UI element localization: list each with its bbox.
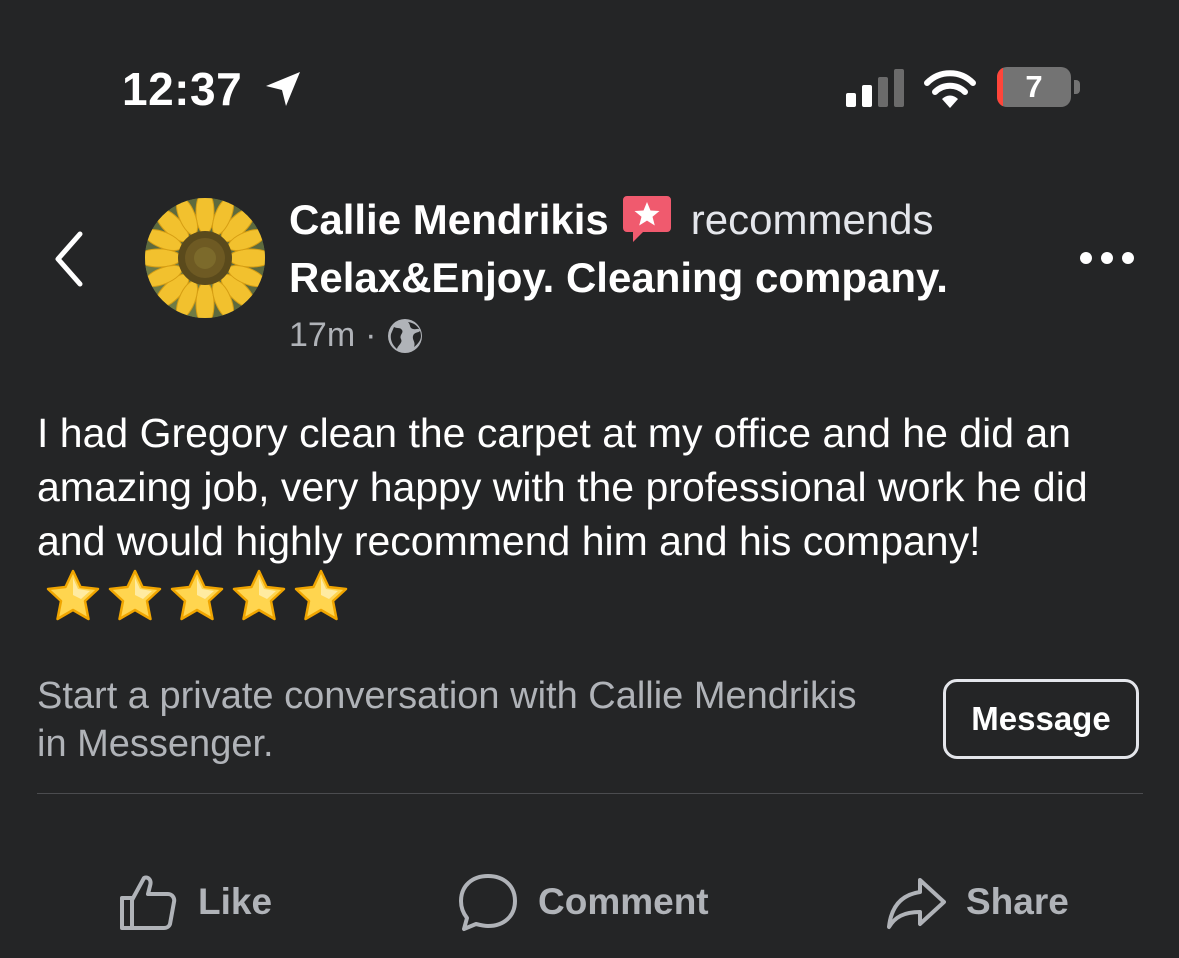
share-button[interactable]: Share [886, 870, 1069, 934]
message-button[interactable]: Message [943, 679, 1139, 759]
meta-separator: · [365, 316, 377, 354]
post-timestamp[interactable]: 17m [289, 316, 355, 355]
sunflower-avatar-image [145, 198, 265, 318]
page-name[interactable]: Relax&Enjoy. Cleaning company. [289, 254, 948, 302]
location-arrow-icon [266, 72, 300, 106]
cellular-signal-icon [846, 69, 904, 107]
post-body: I had Gregory clean the carpet at my off… [37, 406, 1157, 629]
star-icon [232, 569, 286, 621]
author-name[interactable]: Callie Mendrikis [289, 196, 609, 243]
thumbs-up-icon [120, 875, 177, 930]
star-icon [170, 569, 224, 621]
avatar[interactable] [145, 198, 265, 318]
recommendation-star-icon [622, 196, 671, 242]
battery-level: 7 [1025, 69, 1043, 104]
wifi-icon [924, 70, 976, 108]
comment-label: Comment [538, 881, 709, 922]
share-arrow-icon [887, 878, 946, 929]
chevron-left-icon[interactable] [48, 228, 92, 290]
post-header-line: Callie Mendrikis recommends [289, 194, 934, 244]
star-icon [108, 569, 162, 621]
star-rating [45, 568, 349, 624]
recommends-label: recommends [690, 196, 934, 243]
globe-icon [388, 318, 423, 353]
star-icon [46, 569, 100, 621]
post-meta: 17m · [289, 316, 424, 355]
star-icon [294, 569, 348, 621]
messenger-prompt-text: Start a private conversation with Callie… [37, 675, 857, 765]
comment-button[interactable]: Comment [458, 870, 709, 934]
more-dots-icon[interactable] [1078, 250, 1136, 266]
comment-bubble-icon [459, 874, 517, 931]
status-time: 12:37 [122, 63, 243, 115]
like-label: Like [198, 881, 273, 922]
battery-icon: 7 [997, 67, 1083, 109]
share-label: Share [966, 881, 1069, 922]
divider [37, 793, 1143, 794]
post-text: I had Gregory clean the carpet at my off… [37, 410, 1088, 564]
like-button[interactable]: Like [118, 870, 272, 934]
